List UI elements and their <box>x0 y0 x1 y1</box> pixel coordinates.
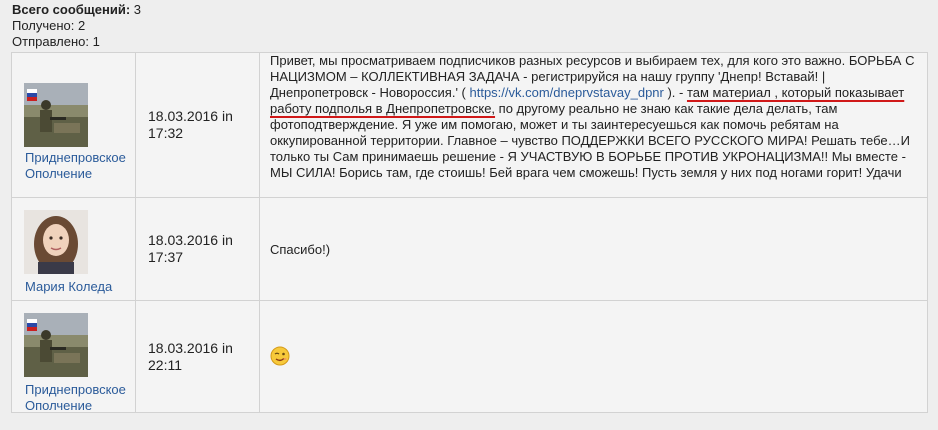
wink-smiley-icon <box>270 346 290 366</box>
message-thread: Приднепровское Ополчение 18.03.2016 in 1… <box>11 52 928 413</box>
message-date: 18.03.2016 in 17:37 <box>135 197 260 301</box>
message-row: Приднепровское Ополчение 18.03.2016 in 1… <box>11 52 928 198</box>
total-messages-value: 3 <box>133 2 142 17</box>
flag-soldier-avatar-icon[interactable] <box>24 313 88 377</box>
author-name-link[interactable]: Приднепровское Ополчение <box>25 382 135 414</box>
message-date: 18.03.2016 in 22:11 <box>135 300 260 413</box>
message-summary: Всего сообщений: 3 Получено: 2 Отправлен… <box>12 2 141 50</box>
author-name-link[interactable]: Приднепровское Ополчение <box>25 150 135 182</box>
author-cell: Приднепровское Ополчение <box>11 300 136 414</box>
author-name-link[interactable]: Мария Коледа <box>25 279 112 295</box>
author-cell: Приднепровское Ополчение <box>11 52 136 198</box>
group-link[interactable]: https://vk.com/dneprvstavay_dpnr <box>469 85 663 100</box>
message-body: Привет, мы просматриваем подписчиков раз… <box>259 52 928 198</box>
message-body <box>259 300 928 413</box>
received-count: Получено: 2 <box>12 18 86 33</box>
flag-soldier-avatar-icon[interactable] <box>24 83 88 147</box>
message-row: Мария Коледа 18.03.2016 in 17:37 Спасибо… <box>11 197 928 301</box>
author-cell: Мария Коледа <box>11 197 136 301</box>
message-row: Приднепровское Ополчение 18.03.2016 in 2… <box>11 300 928 414</box>
message-body: Спасибо!) <box>259 197 928 301</box>
woman-portrait-avatar-icon[interactable] <box>24 210 88 274</box>
sent-count: Отправлено: 1 <box>12 34 100 49</box>
message-date: 18.03.2016 in 17:32 <box>135 52 260 198</box>
total-messages-label: Всего сообщений: <box>12 2 131 17</box>
